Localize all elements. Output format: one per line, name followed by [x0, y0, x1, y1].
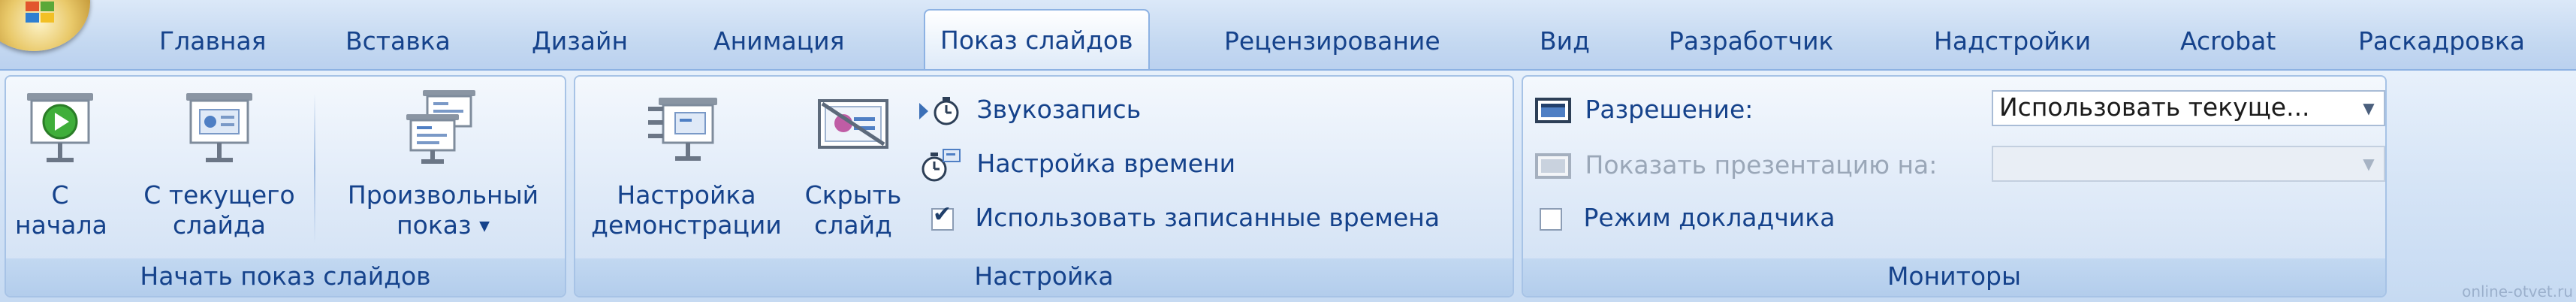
office-button[interactable]	[0, 0, 90, 51]
resolution-label-row: Разрешение:	[1535, 90, 1753, 129]
group-label-setup: Настройка	[575, 258, 1513, 296]
tab-view[interactable]: Вид	[1540, 15, 1590, 68]
show-on-monitor-icon	[1535, 153, 1571, 179]
group-monitors: Разрешение: Использовать текуще... ▼ Пок…	[1522, 75, 2387, 297]
use-recorded-timings[interactable]: ✔ Использовать записанные времена	[928, 198, 1440, 237]
hide-slide-label-1: Скрыть	[804, 180, 902, 210]
monitor-resolution-icon	[1535, 97, 1571, 123]
record-narration-button[interactable]: Звукозапись	[918, 90, 1141, 129]
record-narration-icon	[919, 96, 959, 125]
setup-show-button[interactable]: Настройка демонстрации	[589, 87, 784, 240]
tab-add-ins[interactable]: Надстройки	[1934, 15, 2091, 68]
show-presentation-on-row: Показать презентацию на:	[1535, 146, 1937, 185]
group-separator	[314, 93, 315, 243]
setup-show-icon	[648, 98, 717, 161]
show-on-dropdown[interactable]: ▼	[1992, 146, 2385, 182]
setup-show-label-1: Настройка	[617, 180, 756, 210]
group-label-monitors: Мониторы	[1523, 258, 2385, 296]
checkmark-icon: ✔	[933, 201, 952, 228]
custom-slideshow-icon	[406, 90, 475, 164]
office-logo-icon	[26, 2, 56, 24]
hide-slide-icon	[818, 99, 888, 149]
setup-show-label-2: демонстрации	[591, 210, 782, 240]
watermark: online-otvet.ru	[2462, 282, 2573, 300]
resolution-dropdown[interactable]: Использовать текуще... ▼	[1992, 90, 2385, 126]
chevron-down-icon[interactable]: ▼	[2354, 147, 2384, 180]
current-slide-screen-icon	[186, 93, 252, 162]
tab-animation[interactable]: Анимация	[713, 15, 844, 68]
tab-developer[interactable]: Разработчик	[1669, 15, 1833, 68]
group-setup: Настройка демонстрации Скрыть слайд Звук…	[574, 75, 1514, 297]
ribbon-tab-strip: Главная Вставка Дизайн Анимация Показ сл…	[0, 0, 2576, 75]
custom-show-label-2: показ ▼	[397, 210, 490, 240]
tab-design[interactable]: Дизайн	[532, 15, 628, 68]
presenter-view-label: Режим докладчика	[1583, 203, 1835, 232]
presenter-view-checkbox[interactable]	[1540, 207, 1562, 231]
from-beginning-label-2: начала	[15, 210, 107, 240]
play-from-beginning-icon	[27, 93, 93, 162]
from-current-slide-button[interactable]: С текущего слайда	[137, 87, 302, 240]
custom-show-label-1: Произвольный	[347, 180, 539, 210]
use-timings-label: Использовать записанные времена	[975, 203, 1440, 232]
hide-slide-button[interactable]: Скрыть слайд	[801, 87, 906, 240]
use-timings-checkbox[interactable]: ✔	[931, 203, 954, 231]
rehearse-timings-label: Настройка времени	[976, 149, 1236, 178]
group-label-start: Начать показ слайдов	[6, 258, 565, 296]
rehearse-timings-icon	[922, 148, 961, 181]
show-presentation-on-label: Показать презентацию на:	[1585, 150, 1938, 180]
presenter-view-row[interactable]: Режим докладчика	[1537, 198, 1835, 237]
from-current-label-1: С текущего	[143, 180, 295, 210]
tab-review[interactable]: Рецензирование	[1224, 15, 1440, 68]
from-beginning-label-1: С	[51, 180, 69, 210]
tab-insert[interactable]: Вставка	[345, 15, 451, 68]
rehearse-timings-button[interactable]: Настройка времени	[918, 144, 1235, 183]
group-start-slideshow: С начала С текущего слайда Произвольный …	[5, 75, 566, 297]
tab-slide-show[interactable]: Показ слайдов	[924, 9, 1150, 72]
tab-storyboard[interactable]: Раскадровка	[2358, 15, 2525, 68]
custom-show-button[interactable]: Произвольный показ ▼	[330, 87, 556, 242]
tab-home[interactable]: Главная	[159, 15, 267, 68]
chevron-down-icon[interactable]: ▼	[2354, 92, 2384, 125]
resolution-label: Разрешение:	[1585, 95, 1754, 124]
ribbon-panel: С начала С текущего слайда Произвольный …	[0, 69, 2576, 302]
hide-slide-label-2: слайд	[814, 210, 892, 240]
from-beginning-button[interactable]: С начала	[15, 87, 107, 240]
resolution-value: Использовать текуще...	[1999, 92, 2310, 122]
tab-acrobat[interactable]: Acrobat	[2180, 15, 2276, 68]
dropdown-arrow-icon: ▼	[479, 218, 490, 234]
from-current-label-2: слайда	[173, 210, 266, 240]
record-narration-label: Звукозапись	[976, 95, 1142, 124]
